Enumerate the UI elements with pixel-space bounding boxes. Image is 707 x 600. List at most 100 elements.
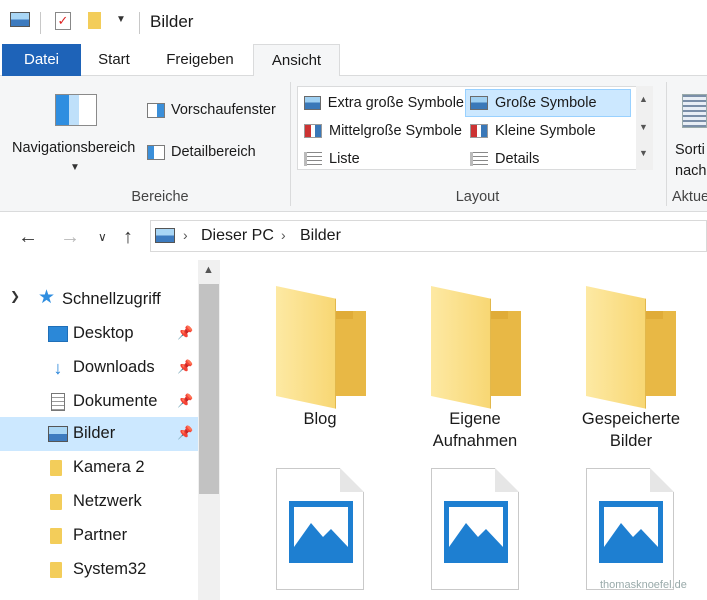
pin-icon[interactable]: 📌 bbox=[177, 359, 193, 375]
qat-dropdown-icon[interactable]: ▼ bbox=[116, 14, 126, 25]
navigation-pane-scrollbar[interactable]: ▲ bbox=[198, 260, 220, 600]
layout-label: Mittelgroße Symbole bbox=[329, 123, 462, 139]
gallery-up-icon[interactable]: ▲ bbox=[639, 94, 648, 104]
folder-item-gespeicherte-bilder[interactable]: Gespeicherte Bilder bbox=[561, 408, 701, 452]
nav-item-label: System32 bbox=[73, 560, 147, 578]
layout-gallery-scroll[interactable]: ▲ ▼ ▼ bbox=[636, 86, 653, 170]
folder-icon[interactable] bbox=[586, 286, 676, 409]
nav-item-label: Kamera 2 bbox=[73, 458, 145, 476]
folder-name-line1: Eigene bbox=[449, 410, 501, 428]
layout-label: Extra große Symbole bbox=[327, 95, 464, 111]
breadcrumb-chevron-icon[interactable]: › bbox=[183, 227, 188, 243]
pin-icon[interactable]: 📌 bbox=[177, 325, 193, 341]
up-arrow-icon[interactable]: ↑ bbox=[123, 226, 133, 249]
folder-item-eigene-aufnahmen[interactable]: Eigene Aufnahmen bbox=[405, 408, 545, 452]
sort-label-line1: Sorti bbox=[675, 142, 705, 158]
navigation-pane-button[interactable]: Navigationsbereich bbox=[12, 140, 135, 156]
nav-item-pictures[interactable]: Bilder 📌 bbox=[0, 417, 198, 451]
nav-item-netzwerk[interactable]: Netzwerk bbox=[0, 485, 198, 519]
file-view: Blog Eigene Aufnahmen Gespeicherte Bilde… bbox=[220, 260, 707, 600]
gallery-more-icon[interactable]: ▼ bbox=[639, 148, 648, 158]
breadcrumb-pictures[interactable]: Bilder bbox=[300, 227, 341, 245]
expand-chevron-icon[interactable]: ❯ bbox=[10, 289, 20, 303]
small-icons-icon bbox=[470, 124, 488, 138]
details-icon bbox=[470, 152, 488, 166]
folder-icon bbox=[50, 494, 62, 510]
nav-item-partner[interactable]: Partner bbox=[0, 519, 198, 553]
group-label-areas: Bereiche bbox=[131, 189, 189, 205]
star-icon: ★ bbox=[38, 287, 56, 308]
back-arrow-icon[interactable]: ← bbox=[18, 226, 38, 249]
layout-label: Details bbox=[495, 151, 540, 167]
document-icon bbox=[51, 393, 65, 411]
layout-label: Kleine Symbole bbox=[495, 123, 596, 139]
layout-details[interactable]: Details bbox=[466, 146, 630, 172]
scroll-up-icon[interactable]: ▲ bbox=[203, 264, 214, 276]
details-pane-button[interactable]: Detailbereich bbox=[147, 144, 256, 160]
pictures-icon bbox=[48, 426, 68, 442]
layout-large-icons[interactable]: Große Symbole bbox=[465, 89, 631, 117]
scrollbar-thumb[interactable] bbox=[199, 284, 219, 494]
image-file[interactable] bbox=[586, 468, 674, 590]
chevron-down-icon[interactable]: ▼ bbox=[70, 162, 80, 173]
recent-locations-icon[interactable]: ∨ bbox=[98, 230, 107, 244]
pin-icon[interactable]: 📌 bbox=[177, 425, 193, 441]
nav-item-label: Dokumente bbox=[73, 392, 158, 410]
properties-icon[interactable]: ✓ bbox=[55, 12, 71, 30]
folder-icon bbox=[50, 562, 62, 578]
folder-icon[interactable] bbox=[431, 286, 521, 409]
desktop-icon bbox=[48, 326, 68, 342]
address-bar[interactable]: › Dieser PC › Bilder bbox=[150, 220, 707, 252]
nav-item-label: Downloads bbox=[73, 358, 155, 376]
layout-list[interactable]: Liste bbox=[300, 146, 464, 172]
folder-icon bbox=[50, 460, 62, 476]
nav-item-documents[interactable]: Dokumente 📌 bbox=[0, 385, 198, 419]
nav-item-kamera-2[interactable]: Kamera 2 bbox=[0, 451, 198, 485]
layout-small-icons[interactable]: Kleine Symbole bbox=[466, 118, 630, 144]
sort-label-line2: nach bbox=[675, 163, 707, 179]
folder-item-blog[interactable]: Blog bbox=[250, 408, 390, 430]
sort-by-button[interactable]: Sorti nach bbox=[675, 140, 706, 182]
large-icons-icon bbox=[470, 96, 488, 110]
group-label-current-view: Aktue bbox=[672, 189, 707, 205]
group-label-layout: Layout bbox=[455, 189, 500, 205]
list-icon bbox=[304, 152, 322, 166]
gallery-down-icon[interactable]: ▼ bbox=[639, 122, 648, 132]
tab-view[interactable]: Ansicht bbox=[253, 44, 340, 77]
tab-start[interactable]: Start bbox=[84, 44, 144, 76]
download-icon: ↓ bbox=[53, 358, 63, 378]
preview-pane-button[interactable]: Vorschaufenster bbox=[147, 102, 276, 118]
nav-item-desktop[interactable]: Desktop 📌 bbox=[0, 317, 198, 351]
new-folder-icon[interactable] bbox=[88, 12, 101, 29]
navigation-pane: ❯ ★ Schnellzugriff Desktop 📌 ↓ Downloads… bbox=[0, 260, 220, 600]
preview-pane-label: Vorschaufenster bbox=[171, 102, 276, 118]
tab-share[interactable]: Freigeben bbox=[150, 44, 250, 76]
folder-icon[interactable] bbox=[276, 286, 366, 409]
folder-name-line1: Blog bbox=[303, 410, 337, 428]
navigation-pane-icon[interactable] bbox=[55, 94, 97, 126]
ribbon-separator bbox=[290, 82, 291, 206]
layout-gallery: Extra große Symbole Große Symbole Mittel… bbox=[297, 86, 653, 170]
folder-name-line2: Bilder bbox=[609, 432, 653, 450]
image-file[interactable] bbox=[431, 468, 519, 590]
folder-name-line2: Aufnahmen bbox=[432, 432, 518, 450]
details-pane-label: Detailbereich bbox=[171, 144, 256, 160]
breadcrumb-this-pc[interactable]: Dieser PC bbox=[201, 227, 274, 245]
nav-item-downloads[interactable]: ↓ Downloads 📌 bbox=[0, 351, 198, 385]
ribbon-separator bbox=[666, 82, 667, 206]
pictures-location-icon bbox=[155, 228, 175, 243]
preview-pane-icon bbox=[147, 102, 165, 118]
nav-item-system32[interactable]: System32 bbox=[0, 553, 198, 587]
pin-icon[interactable]: 📌 bbox=[177, 393, 193, 409]
explorer-window-icon[interactable] bbox=[10, 12, 30, 27]
breadcrumb-chevron-icon[interactable]: › bbox=[281, 227, 286, 243]
image-icon bbox=[444, 501, 508, 563]
forward-arrow-icon[interactable]: → bbox=[60, 226, 80, 249]
layout-extra-large-icons[interactable]: Extra große Symbole bbox=[300, 90, 464, 116]
folder-name-line1: Gespeicherte bbox=[581, 410, 681, 428]
image-file[interactable] bbox=[276, 468, 364, 590]
qat-separator bbox=[40, 12, 41, 34]
sort-by-icon[interactable] bbox=[682, 94, 707, 128]
tab-file[interactable]: Datei bbox=[2, 44, 81, 76]
layout-medium-icons[interactable]: Mittelgroße Symbole bbox=[300, 118, 464, 144]
